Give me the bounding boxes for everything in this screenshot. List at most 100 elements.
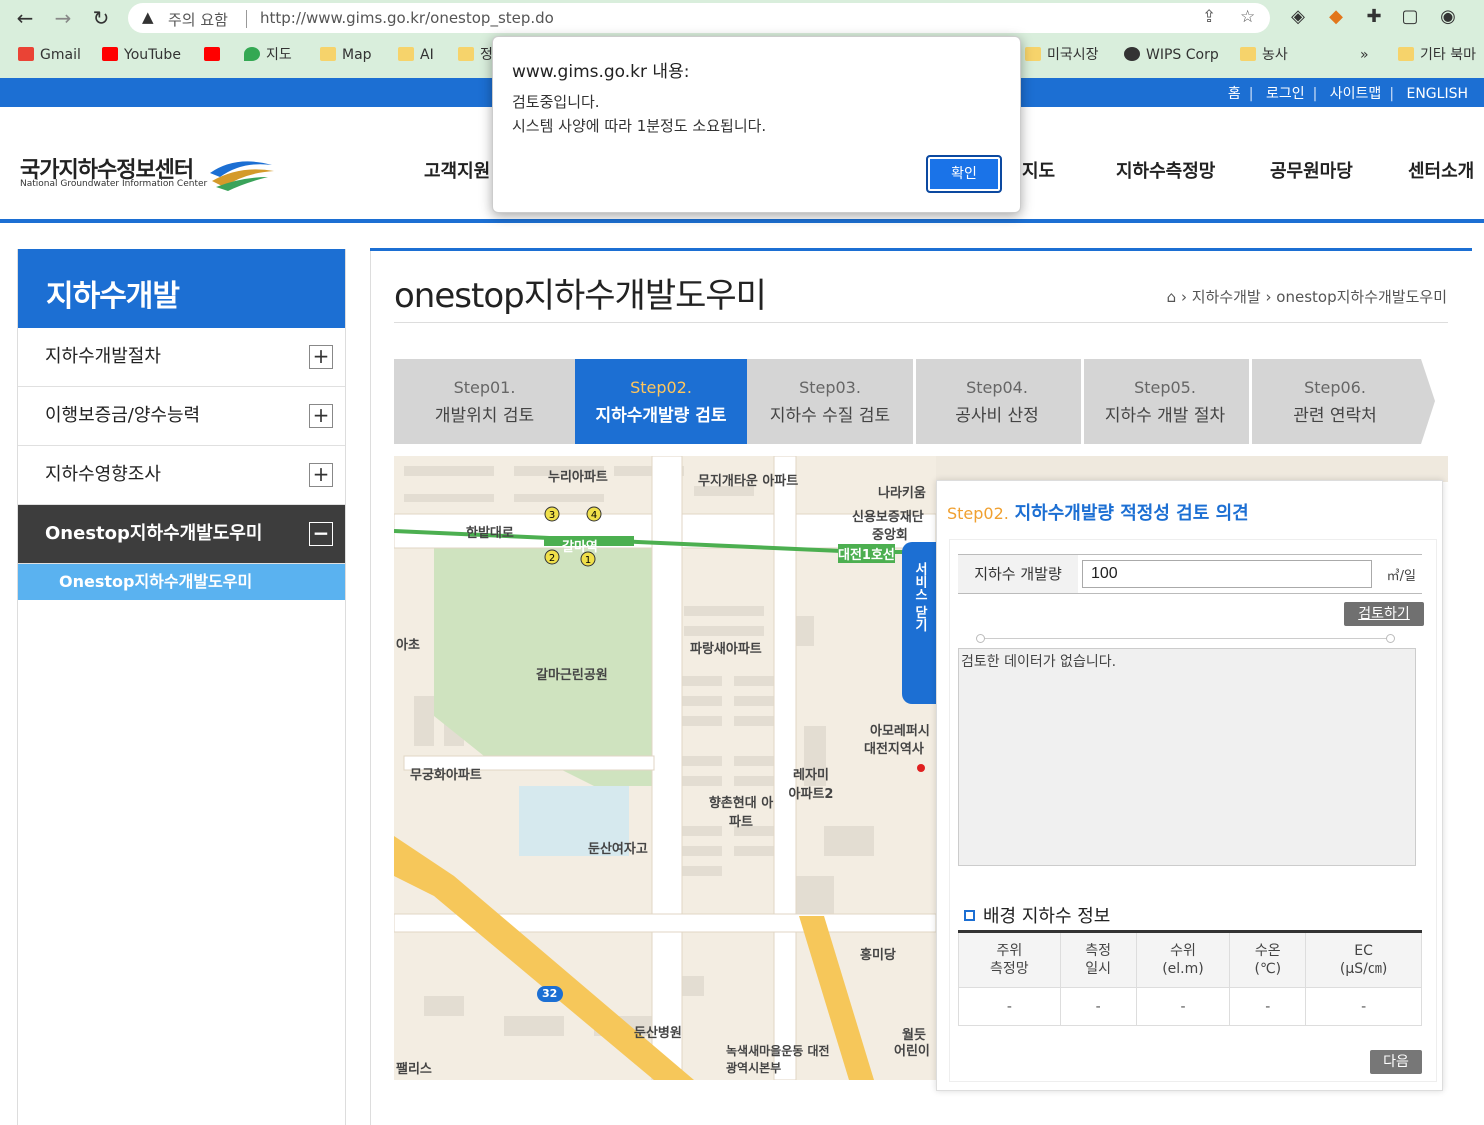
sidepanel-icon[interactable]: ▢: [1398, 5, 1422, 29]
collapse-icon[interactable]: −: [309, 522, 333, 546]
gnb-monitoring-network[interactable]: 지하수측정망: [1116, 157, 1215, 183]
breadcrumb: ⌂ › 지하수개발 › onestop지하수개발도우미: [1166, 288, 1447, 306]
section-title-text: 배경 지하수 정보: [983, 906, 1111, 927]
step-tab-2[interactable]: Step02. 지하수개발량 검토: [575, 359, 747, 444]
step-name: 공사비 산정: [955, 406, 1039, 426]
youtube-icon: [204, 47, 220, 61]
bookmark-maps[interactable]: 지도: [244, 44, 292, 66]
reload-icon[interactable]: ↻: [88, 5, 114, 31]
left-nav-item-onestop[interactable]: Onestop지하수개발도우미 −: [18, 505, 345, 564]
left-nav-subitem-onestop[interactable]: Onestop지하수개발도우미: [18, 564, 345, 600]
step-tab-1[interactable]: Step01. 개발위치 검토: [394, 359, 575, 444]
svg-text:3: 3: [549, 510, 555, 521]
address-bar[interactable]: ▲ 주의 요함 http://www.gims.go.kr/onestop_st…: [128, 3, 1270, 33]
bookmark-gmail[interactable]: Gmail: [18, 44, 81, 66]
logo-subtitle: National Groundwater Information Center: [20, 179, 208, 189]
step-divider: [1249, 359, 1252, 444]
bookmark-ai[interactable]: AI: [398, 44, 434, 66]
step-tab-3[interactable]: Step03. 지하수 수질 검토: [747, 359, 913, 444]
bookmark-other[interactable]: 기타 북마: [1398, 44, 1476, 66]
folder-icon: [1025, 47, 1041, 61]
map-label: 대전1호선: [838, 544, 895, 563]
forward-icon[interactable]: →: [50, 5, 76, 31]
puzzle-icon[interactable]: ✚: [1362, 5, 1386, 29]
step-name: 관련 연락처: [1293, 406, 1377, 426]
expand-icon[interactable]: +: [309, 345, 333, 369]
bookmark-map[interactable]: Map: [320, 44, 372, 66]
header-line: (μS/㎝): [1339, 961, 1388, 977]
home-icon[interactable]: ⌂: [1167, 288, 1177, 306]
dialog-ok-button[interactable]: 확인: [926, 155, 1002, 193]
gnb-officials[interactable]: 공무원마당: [1270, 157, 1353, 183]
map-label: 누리아파트: [548, 470, 608, 485]
logo-mark-icon: [210, 161, 274, 191]
share-icon[interactable]: ⇪: [1202, 7, 1216, 27]
extension-icon[interactable]: ◈: [1286, 5, 1310, 29]
globe-icon: [1124, 47, 1140, 61]
map-label: 갈마근린공원: [536, 668, 608, 683]
sitemap-link[interactable]: 사이트맵: [1330, 86, 1382, 102]
bookmark-youtube-2[interactable]: [204, 44, 226, 66]
left-nav: 지하수개발 지하수개발절차 + 이행보증금/양수능력 + 지하수영향조사 + O…: [17, 249, 346, 1125]
gmail-icon: [18, 47, 34, 61]
progress-handle[interactable]: [976, 634, 985, 643]
bookmark-youtube[interactable]: YouTube: [102, 44, 181, 66]
metamask-icon[interactable]: ◆: [1324, 5, 1348, 29]
next-button[interactable]: 다음: [1370, 1050, 1422, 1074]
map-label: 무궁화아파트: [410, 768, 482, 783]
bookmark-jeong[interactable]: 정: [458, 44, 493, 66]
gnb-map[interactable]: 지도: [1022, 157, 1055, 183]
gnb-customer-support[interactable]: 고객지원: [424, 157, 490, 183]
step-name: 지하수 수질 검토: [769, 406, 891, 426]
bookmark-star-icon[interactable]: ☆: [1240, 7, 1255, 27]
map-label: 레자미 아파트2: [788, 768, 834, 802]
maps-pin-icon: [244, 47, 260, 61]
breadcrumb-item[interactable]: onestop지하수개발도우미: [1276, 288, 1447, 306]
map-label: 신용보증재단: [852, 510, 924, 525]
bookmark-farming[interactable]: 농사: [1240, 44, 1288, 66]
header-line: 주위: [996, 943, 1023, 959]
profile-icon[interactable]: ◉: [1436, 5, 1460, 29]
panel-title-text: 지하수개발량 적정성 검토 의견: [1014, 503, 1249, 524]
login-link[interactable]: 로그인: [1266, 86, 1305, 102]
map-view[interactable]: 3 4 2 1 누리아파트 무지개타운 아파트 나라키움 신용보증재단 중앙회 …: [394, 456, 936, 1080]
bookmark-us-market[interactable]: 미국시장: [1025, 44, 1099, 66]
security-label[interactable]: 주의 요함: [168, 9, 228, 30]
review-button[interactable]: 검토하기: [1344, 602, 1424, 626]
warning-icon[interactable]: ▲: [142, 8, 154, 26]
bookmarks-overflow-button[interactable]: »: [1360, 44, 1369, 66]
left-nav-title: 지하수개발: [18, 249, 345, 328]
development-amount-input[interactable]: [1082, 560, 1372, 588]
step-tab-6[interactable]: Step06. 관련 연락처: [1249, 359, 1421, 444]
english-link[interactable]: ENGLISH: [1406, 86, 1468, 102]
left-nav-item-procedure[interactable]: 지하수개발절차 +: [18, 328, 345, 387]
panel-body: 지하수 개발량 ㎥/일 검토하기 검토한 데이터가 없습니다. 배경 지하수 정…: [949, 539, 1437, 1082]
expand-icon[interactable]: +: [309, 463, 333, 487]
left-nav-item-label: 지하수영향조사: [45, 464, 161, 485]
step-tab-5[interactable]: Step05. 지하수 개발 절차: [1081, 359, 1249, 444]
map-label: 나라키움: [878, 486, 926, 501]
step-name: 개발위치 검토: [434, 406, 535, 426]
table-cell: -: [1229, 987, 1307, 1026]
review-result-box: 검토한 데이터가 없습니다.: [958, 648, 1416, 866]
map-label: 대전지역사: [864, 742, 924, 757]
left-nav-item-deposit[interactable]: 이행보증금/양수능력 +: [18, 387, 345, 446]
url-text[interactable]: http://www.gims.go.kr/onestop_step.do: [260, 9, 554, 27]
back-icon[interactable]: ←: [12, 5, 38, 31]
left-nav-item-impact-survey[interactable]: 지하수영향조사 +: [18, 446, 345, 505]
svg-text:2: 2: [549, 553, 555, 564]
progress-handle[interactable]: [1386, 634, 1395, 643]
bookmark-wips[interactable]: WIPS Corp: [1124, 44, 1219, 66]
home-link[interactable]: 홈: [1228, 86, 1241, 102]
expand-icon[interactable]: +: [309, 404, 333, 428]
breadcrumb-item[interactable]: 지하수개발: [1192, 288, 1261, 306]
gnb-about[interactable]: 센터소개: [1408, 157, 1474, 183]
service-close-tab[interactable]: 서비스 닫기: [902, 542, 938, 704]
map-label: 한밭대로: [466, 526, 514, 541]
step-name: 지하수 개발 절차: [1104, 406, 1226, 426]
step-divider: [1081, 359, 1084, 444]
dialog-message: 시스템 사양에 따라 1분정도 소요됩니다.: [512, 117, 767, 135]
dialog-title: www.gims.go.kr 내용:: [512, 62, 690, 82]
map-label: 팰리스: [396, 1062, 432, 1077]
step-tab-4[interactable]: Step04. 공사비 산정: [913, 359, 1081, 444]
